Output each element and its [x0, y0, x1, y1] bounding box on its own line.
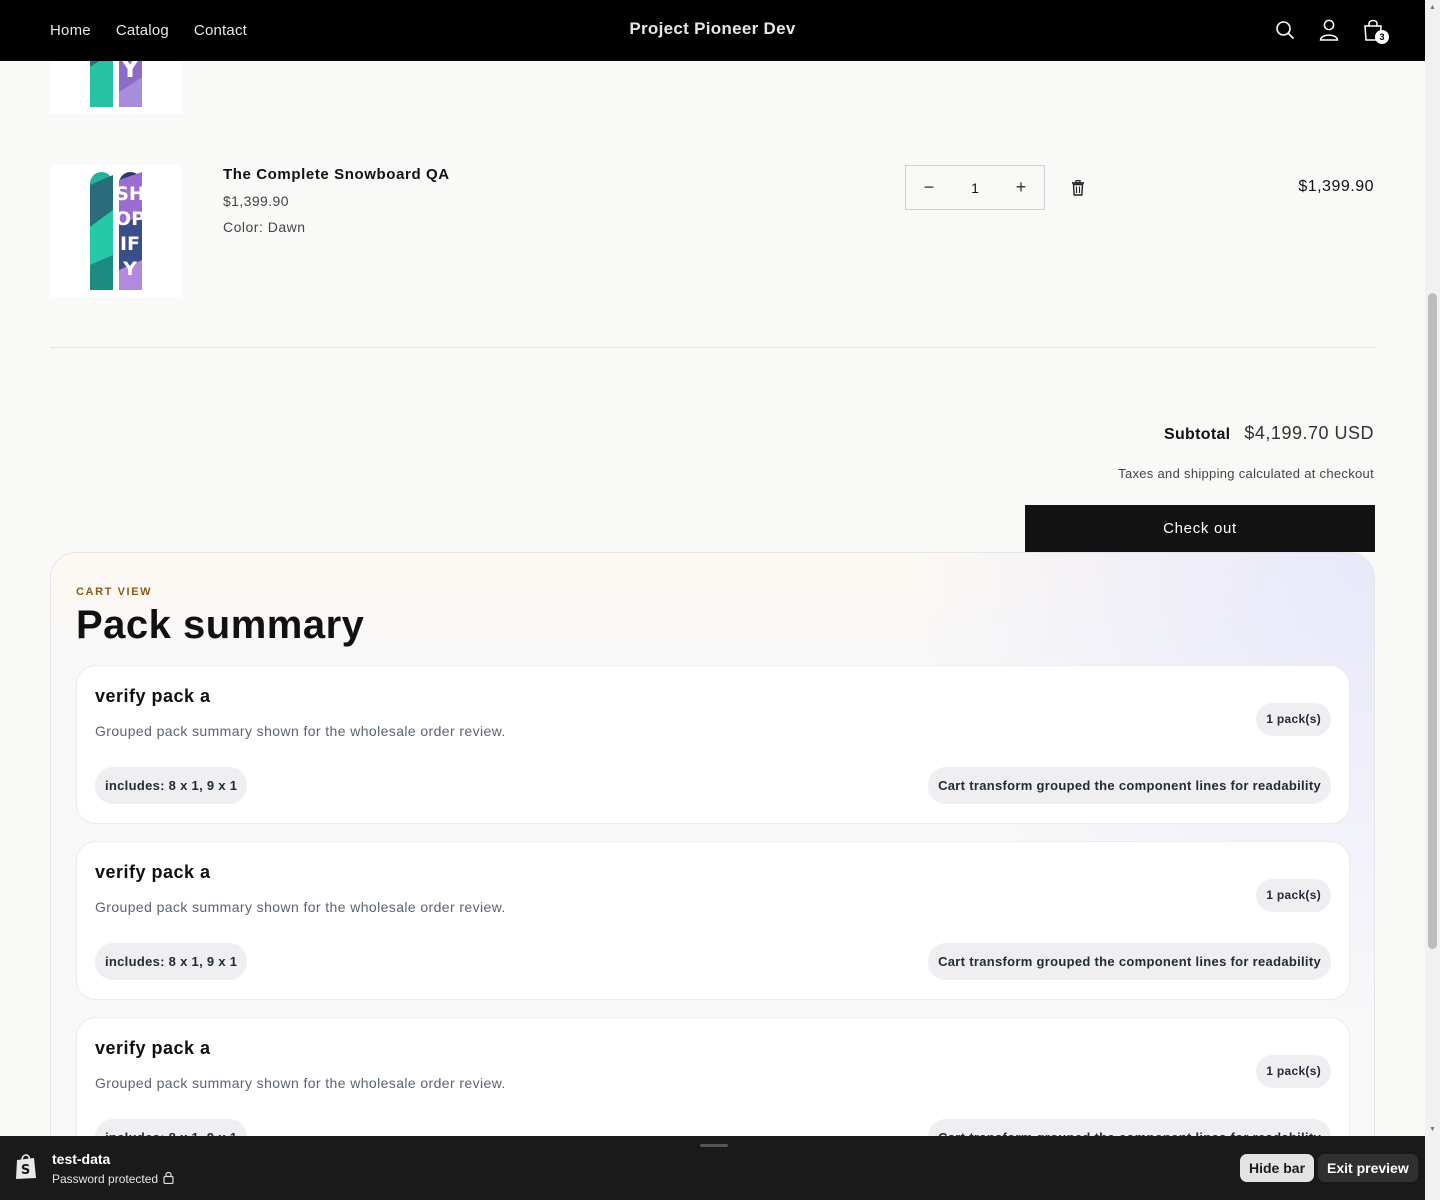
pack-count-badge: 1 pack(s) — [1256, 879, 1331, 912]
pack-includes-pill: includes: 8 x 1, 9 x 1 — [95, 943, 248, 980]
header-icons: 3 — [1271, 16, 1389, 44]
pack-card: verify pack a Grouped pack summary shown… — [76, 841, 1350, 1000]
password-status: Password protected — [52, 1171, 174, 1187]
quantity-increase-button[interactable]: + — [998, 166, 1044, 209]
cart-item-line-total: $1,399.90 — [1298, 178, 1374, 195]
store-brand[interactable]: Project Pioneer Dev — [0, 19, 1425, 39]
subtotal-label: Subtotal — [1164, 426, 1231, 443]
password-status-text: Password protected — [52, 1172, 159, 1186]
cart-item-price: $1,399.90 — [223, 193, 289, 209]
scroll-down-arrow-icon[interactable]: ▼ — [1429, 1126, 1436, 1133]
svg-text:IF: IF — [120, 233, 140, 255]
cart-subtotal: Subtotal $4,199.70 USD — [1164, 423, 1374, 444]
cart-count-badge: 3 — [1375, 30, 1389, 44]
quantity-input[interactable] — [953, 178, 997, 197]
preview-bar: S test-data Password protected Hide bar … — [0, 1136, 1425, 1200]
pack-count-badge: 1 pack(s) — [1256, 1055, 1331, 1088]
svg-text:SH: SH — [115, 183, 145, 205]
cart-divider — [50, 347, 1375, 348]
pack-note-pill: Cart transform grouped the component lin… — [928, 943, 1331, 980]
pack-summary-panel: CART VIEW Pack summary verify pack a Gro… — [50, 552, 1375, 1192]
pack-includes-pill: includes: 8 x 1, 9 x 1 — [95, 767, 248, 804]
hide-bar-button[interactable]: Hide bar — [1240, 1154, 1315, 1182]
pack-card-title: verify pack a — [95, 862, 211, 882]
trash-icon[interactable] — [1071, 179, 1087, 198]
cart-icon[interactable]: 3 — [1359, 16, 1389, 44]
svg-text:OP: OP — [115, 208, 145, 230]
checkout-button[interactable]: Check out — [1025, 505, 1375, 552]
taxes-note: Taxes and shipping calculated at checkou… — [1118, 466, 1374, 481]
cart-item-image[interactable]: SH OP IF Y — [50, 165, 182, 297]
pack-card-description: Grouped pack summary shown for the whole… — [95, 899, 506, 915]
pack-card-description: Grouped pack summary shown for the whole… — [95, 723, 506, 739]
lock-icon — [163, 1171, 174, 1187]
pack-summary-title: Pack summary — [76, 603, 365, 647]
scroll-up-arrow-icon[interactable]: ▲ — [1429, 4, 1436, 11]
search-icon[interactable] — [1271, 16, 1299, 44]
pack-card-title: verify pack a — [95, 686, 211, 706]
page-scrollbar-thumb[interactable] — [1428, 293, 1437, 949]
quantity-decrease-button[interactable]: − — [906, 166, 952, 209]
preview-store-name: test-data — [52, 1151, 111, 1167]
preview-bar-drag-handle[interactable] — [700, 1144, 728, 1147]
shopify-bag-icon: S — [14, 1152, 40, 1182]
pack-count-badge: 1 pack(s) — [1256, 703, 1331, 736]
pack-card-description: Grouped pack summary shown for the whole… — [95, 1075, 506, 1091]
pack-summary-eyebrow: CART VIEW — [76, 586, 153, 598]
account-icon[interactable] — [1315, 16, 1343, 44]
cart-item-variant: Color: Dawn — [223, 219, 306, 235]
site-header: Home Catalog Contact Project Pioneer Dev… — [0, 0, 1425, 61]
pack-card-title: verify pack a — [95, 1038, 211, 1058]
quantity-stepper: − + — [905, 165, 1045, 210]
cart-item-title[interactable]: The Complete Snowboard QA — [223, 166, 450, 183]
exit-preview-button[interactable]: Exit preview — [1318, 1154, 1418, 1182]
svg-text:S: S — [21, 1163, 30, 1178]
svg-text:Y: Y — [122, 258, 137, 280]
pack-card: verify pack a Grouped pack summary shown… — [76, 665, 1350, 824]
pack-note-pill: Cart transform grouped the component lin… — [928, 767, 1331, 804]
subtotal-value: $4,199.70 USD — [1244, 423, 1374, 443]
